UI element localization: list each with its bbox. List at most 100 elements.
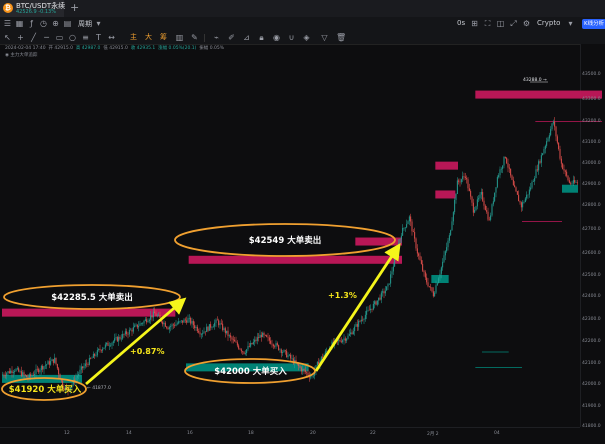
candle-body [346,338,348,341]
candle-body [384,290,386,294]
candle-body [11,370,13,374]
candle-body [102,348,104,351]
candle-body [44,365,46,367]
candle-body [420,260,422,264]
candle-body [548,135,550,139]
time-tick-label: 16 [187,431,193,436]
candle-body [511,175,513,180]
candle-body [527,194,529,196]
candle-body [368,309,370,311]
candle-body [523,201,525,203]
candle-body [428,286,430,287]
candle-body [498,175,500,178]
candle-body [351,332,353,335]
candle-body [536,169,538,171]
candle-body [522,202,524,208]
candle-body [546,141,548,146]
candle-body [360,319,362,322]
time-tick-label: 04 [494,431,500,436]
candle-body [432,291,434,297]
candle-body [423,270,425,273]
candle-body [467,179,469,189]
candle-body [192,321,194,326]
candle-body [194,325,196,328]
candle-body [524,198,526,202]
candle-body [272,344,274,347]
candle-body [119,336,121,339]
candle-body [451,221,453,231]
candle-body [256,337,258,341]
candle-body [76,375,78,378]
candle-body [252,341,254,345]
candle-body [486,210,488,212]
candle-body [138,325,140,328]
candle-body [114,338,116,342]
candle-body [34,373,36,376]
candle-body [268,337,270,341]
candle-body [220,323,222,324]
candle-body [466,178,468,180]
candle-body [488,219,490,221]
candle-body [275,343,277,347]
candle-body [212,326,214,328]
candle-body [215,319,217,323]
candle-body [154,311,156,314]
candle-body [184,319,186,321]
candle-body [24,374,26,376]
candle-body [551,123,553,130]
candle-body [243,351,245,354]
candle-body [187,318,189,323]
price-tick-label: 42500.0 [582,273,601,278]
price-tick-label: 41900.0 [582,404,601,409]
candle-body [214,322,216,327]
candle-body [190,318,192,324]
price-tick-label: 42600.0 [582,251,601,256]
candle-body [448,235,450,241]
candle-body [239,348,241,350]
candle-body [99,349,101,351]
candle-body [51,359,53,362]
candle-body [500,168,502,170]
candle-body [266,335,268,337]
candle-body [284,350,286,351]
candle-body [422,263,424,271]
candle-body [436,283,438,286]
sell-order-block [435,190,456,199]
candle-body [96,350,98,356]
candle-body [46,364,48,366]
price-tick-label: 42100.0 [582,361,601,366]
candle-body [416,248,418,254]
candle-body [15,369,17,372]
candle-body [247,346,249,350]
candle-body [494,192,496,202]
candle-body [103,347,105,349]
candle-body [155,313,157,317]
candle-body [530,187,532,190]
candle-body [338,340,340,341]
candle-body [414,232,416,239]
candle-body [108,345,110,347]
price-tick-label: 42000.0 [582,382,601,387]
candle-body [415,238,417,249]
candle-body [238,345,240,349]
candle-body [251,342,253,345]
candle-body [82,366,84,369]
candle-body [219,323,221,326]
candle-body [492,201,494,205]
candle-body [435,285,437,293]
candle-body [374,301,376,304]
candle-body [452,212,454,222]
candle-body [283,350,285,353]
candle-body [352,331,354,335]
candle-body [491,204,493,216]
candle-body [87,363,89,365]
candle-body [468,188,470,191]
candle-body [43,366,45,370]
candle-body [140,323,142,324]
candle-body [563,169,565,171]
candle-body [562,163,564,170]
candle-body [286,350,288,358]
candle-body [23,372,25,375]
candle-body [255,339,257,341]
candle-body [196,326,198,332]
